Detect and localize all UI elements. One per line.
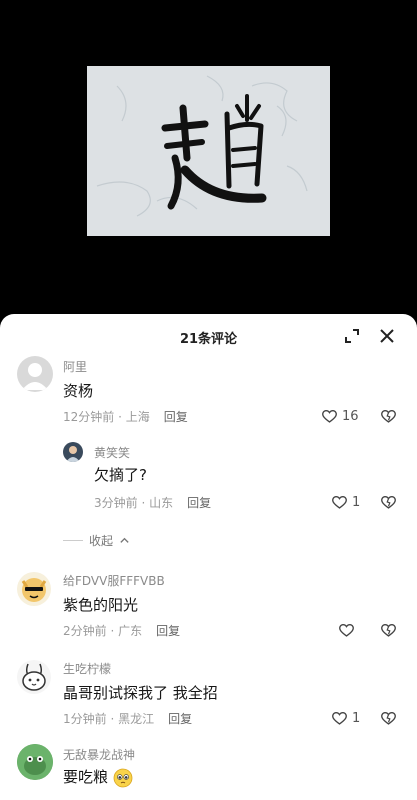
comment-text-content: 要吃粮 (63, 768, 109, 786)
dislike-heart-icon[interactable] (380, 494, 397, 511)
comment-item: 阿里 资杨 12分钟前 · 上海 回复 16 (0, 354, 417, 444)
avatar[interactable] (63, 442, 83, 462)
like-button[interactable] (338, 622, 355, 638)
comment-text: 紫色的阳光 (63, 596, 139, 614)
meta-separator: · (106, 712, 119, 726)
meta-separator: · (137, 496, 150, 510)
comment-time: 12分钟前 (63, 410, 115, 424)
heart-icon (322, 410, 337, 423)
comment-text: 欠摘了? (94, 466, 147, 484)
expand-icon[interactable] (342, 326, 362, 346)
avatar[interactable] (17, 572, 51, 606)
collapse-label: 收起 (89, 534, 114, 548)
comment-time: 1分钟前 (63, 712, 107, 726)
like-count: 16 (342, 408, 359, 424)
comment-meta: 2分钟前 · 广东 回复 (63, 622, 180, 639)
comment-text: 晶哥别试探我了 我全招 (63, 684, 218, 702)
comment-meta: 12分钟前 · 上海 回复 (63, 408, 188, 425)
reply-item: 黄笑笑 欠摘了? 3分钟前 · 山东 回复 1 (0, 440, 417, 520)
dislike-heart-icon[interactable] (380, 622, 397, 639)
comment-author[interactable]: 阿里 (63, 358, 87, 375)
comment-location: 山东 (149, 496, 174, 510)
comment-sheet: 21条评论 阿里 资杨 12分钟前 · 上海 回复 16 黄笑笑 欠摘了? 3分… (0, 314, 417, 800)
comment-author[interactable]: 生吃柠檬 (63, 660, 111, 677)
comment-meta: 3分钟前 · 山东 回复 (94, 494, 211, 511)
comment-time: 3分钟前 (94, 496, 138, 510)
comment-item: 给FDVV服FFFVBB 紫色的阳光 2分钟前 · 广东 回复 (0, 566, 417, 652)
collapse-replies-button[interactable]: 收起 (63, 532, 130, 549)
comment-author[interactable]: 黄笑笑 (94, 444, 130, 461)
reply-button[interactable]: 回复 (187, 496, 211, 510)
reply-button[interactable]: 回复 (156, 624, 180, 638)
comment-item: 生吃柠檬 晶哥别试探我了 我全招 1分钟前 · 黑龙江 回复 1 (0, 654, 417, 740)
video-area[interactable] (0, 0, 417, 318)
dislike-heart-icon[interactable] (380, 408, 397, 425)
close-icon[interactable] (377, 326, 397, 346)
comment-text: 资杨 (63, 382, 94, 400)
divider (63, 540, 83, 541)
like-button[interactable]: 1 (331, 494, 360, 510)
comment-author[interactable]: 无敌暴龙战神 (63, 746, 135, 763)
avatar[interactable] (17, 356, 53, 392)
avatar[interactable] (17, 744, 53, 780)
reply-button[interactable]: 回复 (168, 712, 192, 726)
comment-location: 黑龙江 (118, 712, 155, 726)
like-count: 1 (352, 494, 361, 510)
like-button[interactable]: 16 (321, 408, 359, 424)
comment-meta: 1分钟前 · 黑龙江 回复 (63, 710, 192, 727)
heart-icon (339, 624, 354, 637)
reply-button[interactable]: 回复 (164, 410, 188, 424)
heart-icon (332, 712, 347, 725)
calligraphy-image (87, 66, 330, 236)
comment-time: 2分钟前 (63, 624, 107, 638)
comment-text: 要吃粮 (63, 766, 133, 788)
meta-separator: · (106, 624, 119, 638)
dislike-heart-icon[interactable] (380, 710, 397, 727)
comment-author[interactable]: 给FDVV服FFFVBB (63, 572, 165, 589)
heart-icon (332, 496, 347, 509)
comment-location: 广东 (118, 624, 143, 638)
avatar[interactable] (17, 660, 51, 694)
meta-separator: · (114, 410, 126, 424)
comment-sheet-header: 21条评论 (0, 314, 417, 358)
chevron-up-icon (120, 537, 129, 543)
like-count: 1 (352, 710, 361, 726)
comment-item: 无敌暴龙战神 要吃粮 (0, 742, 417, 800)
pleading-face-emoji-icon (113, 768, 133, 787)
like-button[interactable]: 1 (331, 710, 360, 726)
comment-location: 上海 (125, 410, 150, 424)
